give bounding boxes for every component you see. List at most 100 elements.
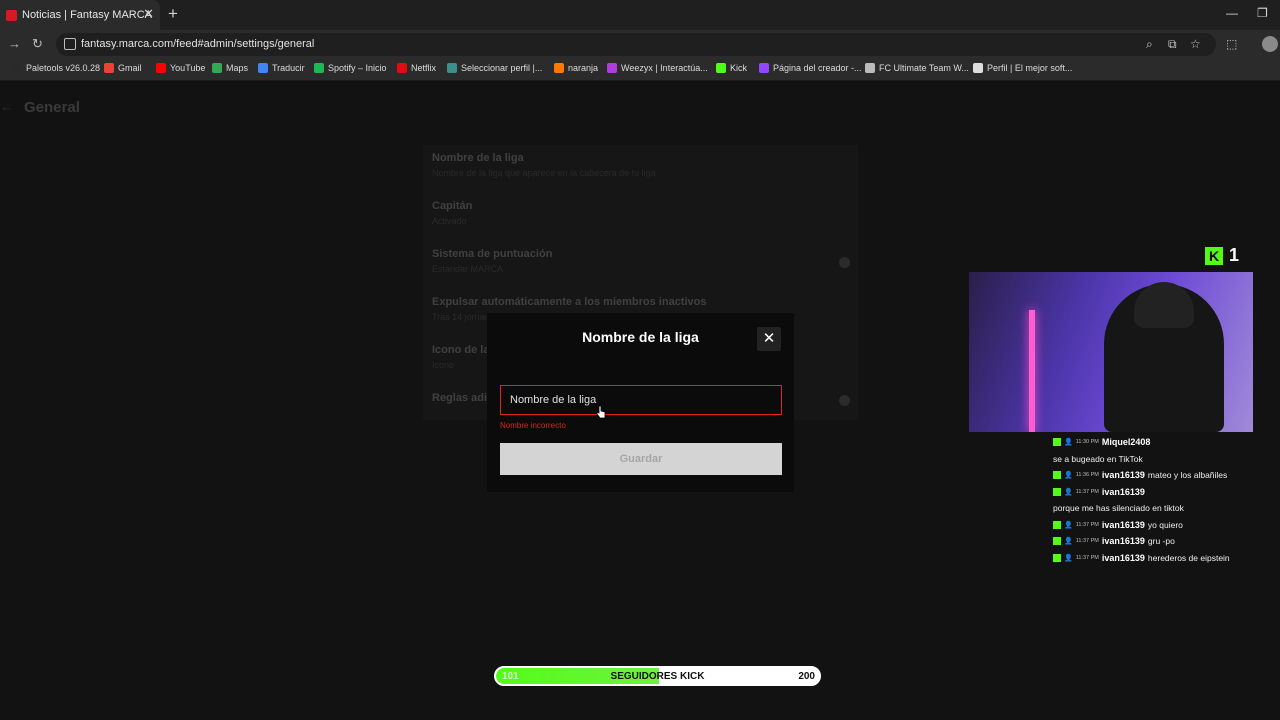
bookmark-item[interactable]: Seleccionar perfil |...: [447, 63, 542, 73]
info-icon[interactable]: [839, 395, 850, 406]
bookmark-label: FC Ultimate Team W...: [879, 63, 969, 73]
bookmark-item[interactable]: naranja: [554, 63, 598, 73]
chat-text: se a bugeado en TikTok: [1053, 453, 1143, 464]
bookmark-favicon-icon: [973, 63, 983, 73]
profile-avatar[interactable]: [1262, 36, 1278, 52]
goal-label: SEGUIDORES KICK: [610, 671, 705, 682]
bookmark-favicon-icon: [12, 63, 22, 73]
info-icon[interactable]: [839, 257, 850, 268]
chat-username[interactable]: ivan16139: [1102, 470, 1145, 480]
reload-icon[interactable]: ↻: [32, 36, 43, 52]
bookmark-star-icon[interactable]: ☆: [1190, 38, 1201, 51]
bookmark-item[interactable]: Página del creador -...: [759, 63, 862, 73]
chat-text: herederos de eipstein: [1147, 552, 1230, 563]
kick-badge-icon: [1053, 520, 1061, 529]
chat-username[interactable]: ivan16139: [1102, 487, 1145, 497]
chat-time: 11:37 PM: [1075, 538, 1099, 545]
cast-icon[interactable]: ⧉: [1168, 38, 1177, 51]
bookmark-item[interactable]: Weezyx | Interactúa...: [607, 63, 708, 73]
bookmark-label: Maps: [226, 63, 249, 73]
bookmark-label: Traducir: [272, 63, 305, 73]
bookmark-favicon-icon: [258, 63, 268, 73]
bookmark-label: Seleccionar perfil |...: [461, 63, 543, 73]
browser-tab[interactable]: Noticias | Fantasy MARCA ✕: [0, 0, 160, 30]
bookmark-item[interactable]: Paletools v26.0.28: [12, 63, 100, 73]
user-icon: 👤: [1064, 488, 1073, 496]
chat-username[interactable]: Miquel2408: [1102, 437, 1151, 447]
zoom-icon[interactable]: ⌕: [1146, 38, 1153, 51]
setting-label: Sistema de puntuación: [432, 248, 553, 260]
bookmark-label: Weezyx | Interactúa...: [621, 63, 708, 73]
webcam-feed: [969, 272, 1253, 432]
league-name-dialog: Nombre de la liga ✕ Nombre incorrecto Gu…: [487, 313, 794, 492]
setting-value: Nombre de la liga que aparece en la cabe…: [432, 168, 656, 178]
bookmark-item[interactable]: Traducir: [258, 63, 305, 73]
league-name-input[interactable]: [500, 385, 782, 415]
bookmark-item[interactable]: Maps: [212, 63, 248, 73]
chat-message: 👤 11:30 PM Miquel2408: [1053, 434, 1280, 451]
bookmark-item[interactable]: Spotify – Inicio: [314, 63, 387, 73]
bookmark-label: naranja: [568, 63, 599, 73]
chat-time: 11:36 PM: [1075, 472, 1099, 479]
chat-message: 👤 11:37 PM ivan16139 yo quiero: [1053, 517, 1280, 534]
bookmark-label: Perfil | El mejor soft...: [987, 63, 1073, 73]
forward-icon[interactable]: →: [8, 36, 21, 52]
chat-username[interactable]: ivan16139: [1102, 520, 1145, 530]
extensions-icon[interactable]: ⬚: [1226, 38, 1237, 51]
setting-league-name[interactable]: Nombre de la liga Nombre de la liga que …: [432, 152, 656, 178]
new-tab-icon[interactable]: +: [168, 5, 178, 23]
bookmark-item[interactable]: Gmail: [104, 63, 142, 73]
bookmark-favicon-icon: [397, 63, 407, 73]
chat-text: yo quiero: [1147, 519, 1183, 530]
viewer-count: 1: [1229, 245, 1240, 265]
save-button[interactable]: Guardar: [500, 443, 782, 475]
bookmark-favicon-icon: [212, 63, 222, 73]
chat-username[interactable]: ivan16139: [1102, 536, 1145, 546]
error-message: Nombre incorrecto: [500, 421, 566, 430]
bookmark-item[interactable]: Kick: [716, 63, 747, 73]
bookmark-favicon-icon: [156, 63, 166, 73]
kick-badge-icon: [1053, 537, 1061, 546]
user-icon: 👤: [1064, 554, 1073, 562]
chat-time: 11:37 PM: [1075, 554, 1099, 561]
bookmark-label: Paletools v26.0.28: [26, 63, 101, 73]
setting-scoring[interactable]: Sistema de puntuación Estándar MARCA: [432, 248, 552, 274]
url-text: fantasy.marca.com/feed#admin/settings/ge…: [81, 38, 315, 50]
chat-username[interactable]: ivan16139: [1102, 553, 1145, 563]
bookmark-item[interactable]: Perfil | El mejor soft...: [973, 63, 1072, 73]
page-title: General: [24, 99, 80, 116]
address-bar[interactable]: fantasy.marca.com/feed#admin/settings/ge…: [56, 33, 1216, 56]
hand-cursor-icon: [596, 405, 606, 419]
chat-message: 👤 11:36 PM ivan16139 mateo y los albañiles: [1053, 467, 1280, 484]
address-toolbar: → ↻ fantasy.marca.com/feed#admin/setting…: [0, 30, 1280, 59]
chat-text: porque me has silenciado en tiktok: [1053, 503, 1184, 514]
close-icon[interactable]: ✕: [757, 327, 781, 351]
chat-time: 11:37 PM: [1075, 521, 1099, 528]
chat-text: mateo y los albañiles: [1147, 470, 1228, 481]
chat-message: 👤 11:37 PM ivan16139 herederos de eipstein: [1053, 550, 1280, 567]
bookmark-item[interactable]: Netflix: [397, 63, 436, 73]
bookmark-favicon-icon: [865, 63, 875, 73]
bookmark-favicon-icon: [447, 63, 457, 73]
chat-message: 👤 11:37 PM ivan16139: [1053, 484, 1280, 501]
bookmarks-bar: Paletools v26.0.28 Gmail YouTube Maps Traduc…: [0, 59, 1280, 81]
minimize-icon[interactable]: —: [1226, 6, 1238, 20]
tab-title: Noticias | Fantasy MARCA: [22, 9, 153, 21]
kick-badge-icon: [1053, 471, 1061, 480]
restore-icon[interactable]: ❐: [1257, 6, 1268, 20]
setting-label: Capitán: [432, 200, 473, 212]
close-tab-icon[interactable]: ✕: [143, 7, 154, 21]
chat-message: se a bugeado en TikTok: [1053, 451, 1280, 468]
user-icon: 👤: [1064, 521, 1073, 529]
bookmark-favicon-icon: [554, 63, 564, 73]
dialog-title: Nombre de la liga: [582, 329, 699, 345]
back-arrow-icon[interactable]: ←: [0, 99, 13, 114]
bookmark-label: Spotify – Inicio: [328, 63, 387, 73]
bookmark-item[interactable]: YouTube: [156, 63, 205, 73]
site-info-icon[interactable]: [64, 38, 76, 50]
setting-captain[interactable]: Capitán Activado: [432, 200, 472, 226]
bookmark-item[interactable]: FC Ultimate Team W...: [865, 63, 969, 73]
bookmark-label: Gmail: [118, 63, 142, 73]
bookmark-label: Página del creador -...: [773, 63, 862, 73]
kick-badge-icon: [1053, 487, 1061, 496]
